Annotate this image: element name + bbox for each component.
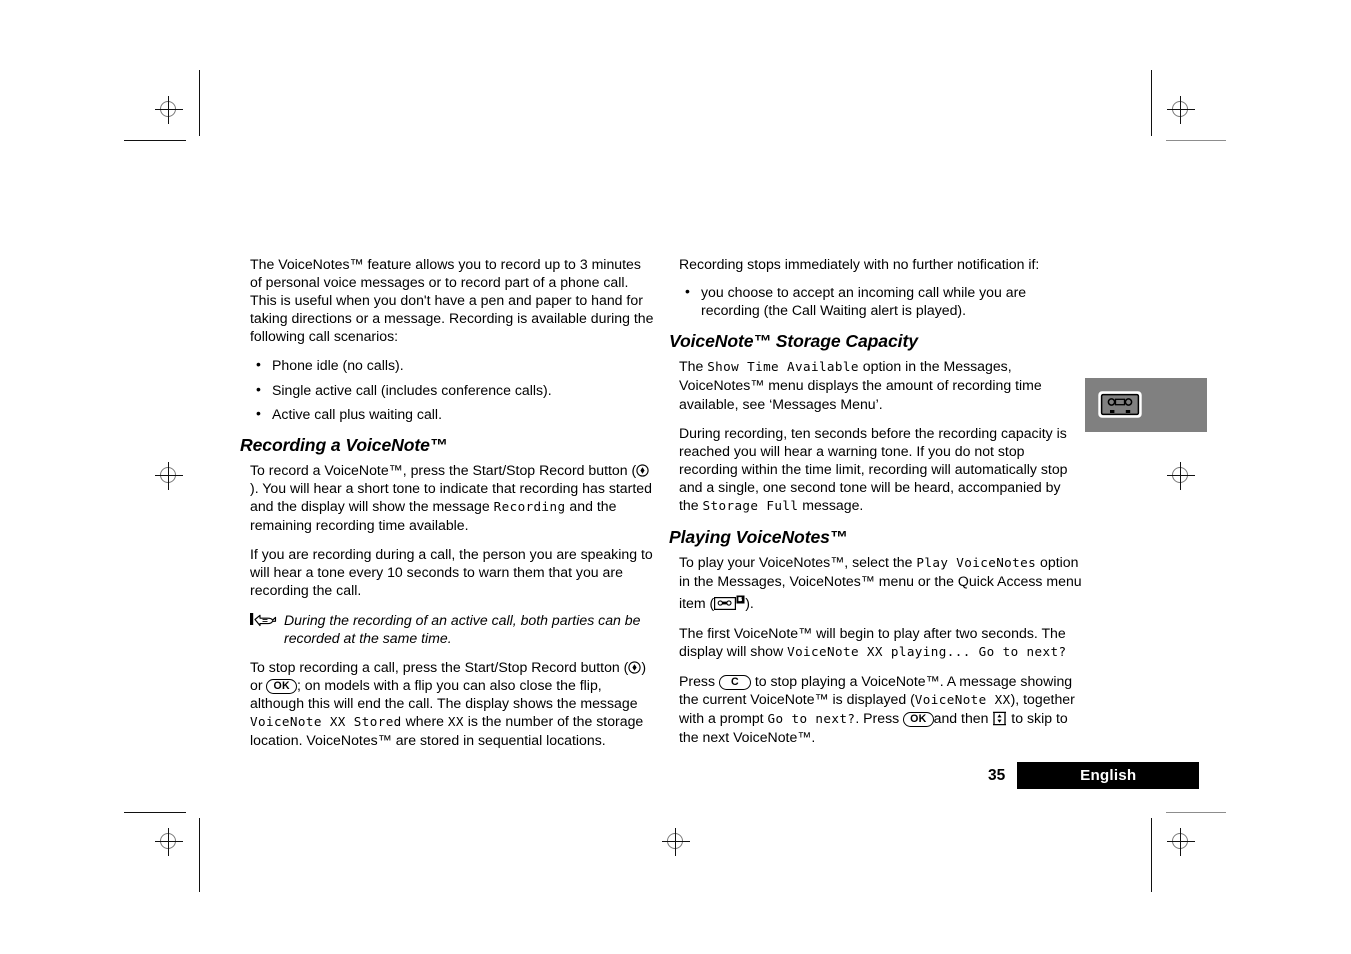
heading-storage-capacity: VoiceNote™ Storage Capacity bbox=[669, 331, 918, 352]
ok-button-icon[interactable]: OK bbox=[266, 678, 297, 694]
registration-mark-mid-right bbox=[1167, 462, 1195, 490]
play-text-c: ). bbox=[745, 595, 754, 612]
stop-recording-paragraph: To stop recording a call, press the Star… bbox=[250, 658, 654, 749]
stop-text-d: where bbox=[401, 712, 448, 729]
stop-condition-text: you choose to accept an incoming call wh… bbox=[701, 284, 1027, 319]
page-number: 35 bbox=[988, 767, 1006, 784]
stop-text-a: To stop recording a call, press the Star… bbox=[250, 658, 629, 675]
lcd-voicenote-xx: VoiceNote XX bbox=[914, 691, 1011, 707]
intro-paragraph: The VoiceNotes™ feature allows you to re… bbox=[250, 256, 654, 345]
play-instructions-paragraph: To play your VoiceNotes™, select the Pla… bbox=[679, 553, 1083, 612]
stop-playing-paragraph: Press C to stop playing a VoiceNote™. A … bbox=[679, 672, 1083, 746]
record-tone-paragraph: If you are recording during a call, the … bbox=[250, 546, 653, 599]
crop-line-top-right-horizontal bbox=[1166, 140, 1226, 141]
press-text-e: and then bbox=[933, 709, 993, 726]
storage-text-a: The bbox=[679, 358, 708, 375]
registration-mark-top-left bbox=[155, 96, 183, 124]
registration-hline bbox=[1167, 475, 1195, 476]
play-text-a: To play your VoiceNotes™, select the bbox=[679, 554, 917, 571]
record-button-icon bbox=[628, 660, 642, 674]
press-text-d: . Press bbox=[855, 709, 904, 726]
registration-mark-top-right bbox=[1167, 96, 1195, 124]
list-item: Single active call (includes conference … bbox=[250, 380, 654, 399]
call-scenarios-list: Phone idle (no calls). Single active cal… bbox=[250, 355, 654, 423]
registration-vline bbox=[168, 462, 169, 490]
crop-line-bottom-left-vertical bbox=[199, 818, 200, 892]
pointing-hand-icon bbox=[250, 612, 280, 627]
registration-vline bbox=[1180, 96, 1181, 124]
ok-button-icon[interactable]: OK bbox=[903, 711, 934, 727]
first-voicenote-paragraph: The first VoiceNote™ will begin to play … bbox=[679, 624, 1083, 661]
heading-playing-voicenotes: Playing VoiceNotes™ bbox=[669, 527, 848, 548]
storage-option-paragraph: The Show Time Available option in the Me… bbox=[679, 357, 1083, 412]
lcd-voicenote-stored: VoiceNote XX Stored bbox=[250, 713, 402, 729]
lcd-storage-full: Storage Full bbox=[702, 498, 799, 514]
registration-hline bbox=[1167, 109, 1195, 110]
registration-mark-bottom-center bbox=[662, 828, 690, 856]
registration-vline bbox=[1180, 828, 1181, 856]
registration-mark-bottom-right bbox=[1167, 828, 1195, 856]
superscript-badge-icon bbox=[736, 590, 745, 604]
registration-vline bbox=[1180, 462, 1181, 490]
lcd-play-voicenotes: Play VoiceNotes bbox=[916, 555, 1037, 571]
lcd-go-to-next: Go to next? bbox=[767, 710, 856, 726]
registration-hline bbox=[662, 841, 690, 842]
stops-intro-paragraph: Recording stops immediately with no furt… bbox=[679, 256, 1040, 272]
cassette-tape-icon bbox=[714, 596, 737, 611]
crop-line-bottom-left-horizontal bbox=[124, 812, 186, 813]
lcd-xx: XX bbox=[447, 713, 464, 729]
registration-mark-bottom-left bbox=[155, 828, 183, 856]
lcd-recording: Recording bbox=[493, 499, 566, 515]
clear-button-icon[interactable]: C bbox=[718, 674, 751, 690]
scenario-text: Active call plus waiting call. bbox=[272, 405, 442, 422]
note-text: During the recording of an active call, … bbox=[284, 611, 641, 646]
note-both-parties-recorded: During the recording of an active call, … bbox=[250, 611, 654, 647]
cassette-tape-icon bbox=[1098, 389, 1142, 420]
page-footer: 35 English bbox=[988, 762, 1200, 789]
registration-hline bbox=[155, 109, 183, 110]
lcd-voicenote-playing: VoiceNote XX playing... Go to next? bbox=[787, 643, 1067, 659]
lcd-show-time-available: Show Time Available bbox=[707, 359, 859, 375]
right-column: Recording stops immediately with no furt… bbox=[669, 255, 1083, 757]
registration-vline bbox=[168, 828, 169, 856]
crop-line-bottom-right-vertical bbox=[1151, 818, 1152, 892]
registration-hline bbox=[155, 841, 183, 842]
record-button-icon bbox=[636, 463, 649, 477]
crop-line-top-left-vertical bbox=[199, 70, 200, 136]
record-text-a: To record a VoiceNote™, press the Start/… bbox=[250, 461, 637, 478]
section-tab-voicenotes bbox=[1085, 378, 1207, 432]
registration-hline bbox=[1167, 841, 1195, 842]
storage-warning-text-b: message. bbox=[798, 497, 864, 514]
scenario-text: Phone idle (no calls). bbox=[272, 357, 404, 374]
language-badge: English bbox=[1017, 762, 1200, 789]
storage-warning-paragraph: During recording, ten seconds before the… bbox=[679, 424, 1083, 515]
heading-recording-a-voicenote: Recording a VoiceNote™ bbox=[240, 434, 448, 455]
scenario-text: Single active call (includes conference … bbox=[272, 381, 552, 398]
registration-mark-mid-left bbox=[155, 462, 183, 490]
list-item: Active call plus waiting call. bbox=[250, 404, 654, 423]
crop-line-top-left-horizontal bbox=[124, 140, 186, 141]
crop-line-top-right-vertical bbox=[1151, 70, 1152, 136]
crop-line-bottom-right-horizontal bbox=[1166, 812, 1226, 813]
stop-conditions-list: you choose to accept an incoming call wh… bbox=[679, 282, 1083, 319]
press-text-a: Press bbox=[679, 672, 719, 689]
list-item: you choose to accept an incoming call wh… bbox=[679, 282, 1083, 319]
registration-hline bbox=[155, 475, 183, 476]
registration-vline bbox=[675, 828, 676, 856]
record-instructions-paragraph: To record a VoiceNote™, press the Start/… bbox=[250, 461, 654, 534]
list-item: Phone idle (no calls). bbox=[250, 355, 654, 374]
registration-vline bbox=[168, 96, 169, 124]
left-column: The VoiceNotes™ feature allows you to re… bbox=[240, 255, 654, 760]
scroll-up-down-key-icon[interactable] bbox=[992, 711, 1007, 726]
stop-text-c: ; on models with a flip you can also clo… bbox=[250, 676, 638, 711]
